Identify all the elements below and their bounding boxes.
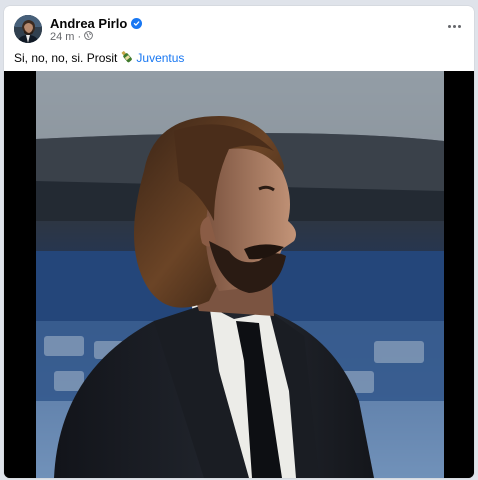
post-meta: 24 m · — [50, 31, 93, 43]
more-options-icon[interactable] — [444, 20, 464, 32]
photo-image — [4, 71, 474, 478]
caption-text: Si, no, no, si. Prosit — [14, 51, 118, 65]
author-name[interactable]: Andrea Pirlo — [50, 16, 127, 31]
meta-separator: · — [77, 31, 82, 43]
hashtag-link[interactable]: Juventus — [136, 51, 184, 65]
bottle-emoji-icon — [120, 50, 133, 66]
verified-badge-icon — [131, 18, 143, 29]
post-header: Andrea Pirlo 24 m · — [4, 6, 474, 46]
post-photo[interactable] — [4, 71, 474, 478]
author-avatar[interactable] — [14, 15, 42, 43]
post-timestamp[interactable]: 24 m — [50, 31, 74, 43]
avatar-image — [14, 15, 42, 43]
author-row: Andrea Pirlo — [50, 16, 143, 31]
post-caption: Si, no, no, si. Prosit Juventus — [14, 50, 184, 66]
post-card: Andrea Pirlo 24 m · Si, no, no, si. Pros… — [4, 6, 474, 478]
globe-icon — [84, 31, 93, 43]
